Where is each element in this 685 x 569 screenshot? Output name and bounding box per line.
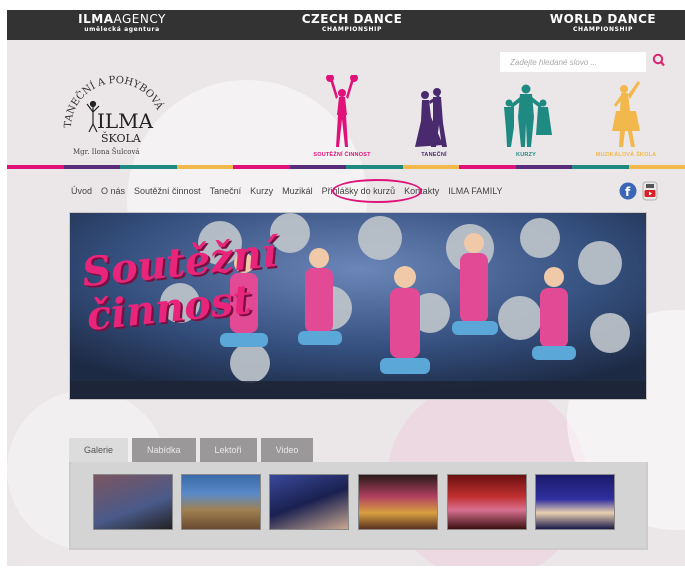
czech-dance-title: CZECH DANCE [301, 12, 403, 26]
nav-item-muzikal[interactable]: Muzikál [282, 182, 313, 200]
stripe-segment [289, 165, 346, 169]
world-dance-link[interactable]: WORLD DANCE CHAMPIONSHIP [543, 13, 663, 33]
category-label-soutezni: SOUTĚŽNÍ ČINNOST [313, 152, 371, 158]
ilma-agency-sub: umělecká agentura [84, 26, 160, 33]
stripe-segment [459, 165, 516, 169]
top-bar: ILMAAGENCY umělecká agentura CZECH DANCE… [7, 10, 685, 40]
gallery-thumbnail[interactable] [269, 474, 349, 530]
stripe-segment [628, 165, 685, 169]
nav-item-o-nas[interactable]: O nás [101, 182, 125, 200]
stripe-segment [346, 165, 403, 169]
search-input[interactable] [500, 52, 646, 72]
stripe-segment [63, 165, 120, 169]
logo-sub-text: ŠKOLA [101, 131, 142, 145]
logo-author-text: Mgr. Ilona Šulcová [73, 147, 140, 156]
youtube-icon[interactable] [641, 181, 659, 201]
svg-text:f: f [625, 185, 631, 199]
highlight-circle [332, 179, 422, 203]
ballroom-couple-icon [415, 88, 447, 147]
ilma-agency-link[interactable]: ILMAAGENCY umělecká agentura [67, 13, 177, 33]
gallery-thumbnail[interactable] [93, 474, 173, 530]
category-label-muzikalova: MUZIKÁLOVÁ ŠKOLA [595, 152, 657, 158]
color-stripe [7, 165, 685, 169]
nav-item-ilma-family[interactable]: ILMA FAMILY [448, 182, 502, 200]
gallery-panel [69, 462, 648, 550]
group-dancers-icon [504, 84, 552, 147]
category-kurzy[interactable]: KURZY [491, 75, 561, 165]
stripe-segment [572, 165, 629, 169]
category-label-kurzy: KURZY [516, 152, 536, 158]
musical-dancer-icon [612, 81, 640, 147]
tab-nabidka[interactable]: Nabídka [132, 438, 196, 462]
category-soutezni-cinnost[interactable]: SOUTĚŽNÍ ČINNOST [307, 75, 377, 165]
facebook-icon[interactable]: f [619, 181, 637, 201]
main-nav: Úvod O nás Soutěžní činnost Taneční Kurz… [71, 182, 512, 200]
gallery-thumbnail[interactable] [358, 474, 438, 530]
category-label-tanecni: TANEČNÍ [421, 152, 447, 158]
hero-banner[interactable]: Soutěžní činnost [69, 212, 647, 400]
world-dance-sub: CHAMPIONSHIP [573, 26, 633, 33]
world-dance-title: WORLD DANCE [549, 12, 657, 26]
stripe-segment [402, 165, 459, 169]
stripe-segment [176, 165, 233, 169]
gallery-thumbnail[interactable] [535, 474, 615, 530]
tab-lektori[interactable]: Lektoři [199, 438, 257, 462]
stripe-segment [120, 165, 177, 169]
nav-item-tanecni[interactable]: Taneční [210, 182, 242, 200]
stripe-segment [233, 165, 290, 169]
ilma-logo[interactable]: TANEČNÍ A POHYBOVÁ ILMA ŠKOLA Mgr. Ilona… [61, 70, 171, 160]
cheerleader-icon [326, 75, 358, 147]
ilma-agency-light: AGENCY [113, 12, 166, 26]
ilma-agency-bold: ILMA [78, 12, 114, 26]
stripe-segment [7, 165, 64, 169]
gallery-thumbnail[interactable] [447, 474, 527, 530]
search-icon[interactable] [651, 52, 667, 70]
czech-dance-link[interactable]: CZECH DANCE CHAMPIONSHIP [297, 13, 407, 33]
tab-video[interactable]: Video [260, 438, 314, 462]
header: TANEČNÍ A POHYBOVÁ ILMA ŠKOLA Mgr. Ilona… [7, 40, 685, 166]
czech-dance-sub: CHAMPIONSHIP [322, 26, 382, 33]
page: ILMAAGENCY umělecká agentura CZECH DANCE… [7, 10, 685, 566]
nav-item-uvod[interactable]: Úvod [71, 182, 92, 200]
tab-galerie[interactable]: Galerie [69, 438, 129, 462]
content-tabs: Galerie Nabídka Lektoři Video [69, 438, 317, 462]
gallery-thumbnail[interactable] [181, 474, 261, 530]
stripe-segment [515, 165, 572, 169]
category-tanecni[interactable]: TANEČNÍ [399, 75, 469, 165]
logo-main-text: ILMA [97, 109, 154, 133]
nav-item-kurzy[interactable]: Kurzy [250, 182, 273, 200]
category-muzikalova-skola[interactable]: MUZIKÁLOVÁ ŠKOLA [591, 75, 661, 165]
nav-item-soutezni-cinnost[interactable]: Soutěžní činnost [134, 182, 201, 200]
